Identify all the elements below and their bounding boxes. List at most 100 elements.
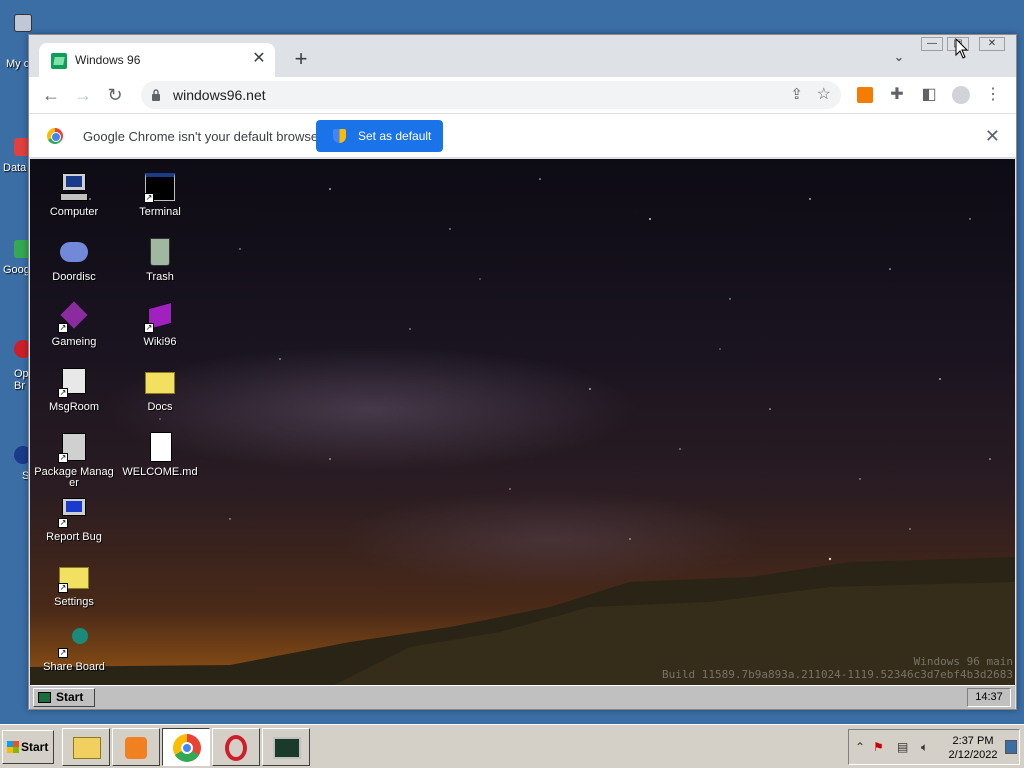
chrome-logo-icon [47,128,63,144]
menu-kebab-icon[interactable]: ⋮ [981,83,1005,107]
close-window-button[interactable]: ✕ [979,37,1005,51]
book-icon: ↗ [144,301,176,333]
w96-start-label: Start [56,690,84,704]
extension-orange-icon[interactable] [853,83,877,107]
show-hidden-icons-icon[interactable]: ⌃ [855,740,865,754]
trash-icon [144,236,176,268]
infobar-close-icon[interactable]: ✕ [985,126,1000,147]
package-icon: ↗ [58,431,90,463]
settings-folder-icon: ↗ [58,561,90,593]
browser-toolbar: ← → ↻ windows96.net ⇪ ☆ ✚ ◧ ⋮ [29,77,1016,113]
share-board-icon: ↗ [58,626,90,658]
w96-icon-label: Terminal [139,206,181,218]
taskbar-opera-button[interactable] [212,728,260,766]
w96-clock: 14:37 [967,688,1011,707]
tray-date: 2/12/2022 [948,749,998,761]
media-player-icon [125,737,147,759]
set-as-default-button[interactable]: Set as default [316,120,443,152]
w96-icon-trash[interactable]: Trash [120,236,200,283]
show-desktop-icon[interactable] [1005,740,1017,754]
mouse-cursor-icon [955,38,969,59]
w96-icon-terminal[interactable]: ↗ Terminal [120,171,200,218]
infobar-message: Google Chrome isn't your default browser [83,129,323,144]
tab-windows96[interactable]: Windows 96 ✕ [39,43,275,77]
opera-icon [225,735,247,761]
host-desktop-icon-my-computer[interactable]: My c [0,12,32,72]
chrome-icon-center [181,742,193,754]
markdown-file-icon [144,431,176,463]
taskbar-chrome-button[interactable] [162,728,210,766]
tab-close-icon[interactable]: ✕ [249,49,269,69]
host-start-button[interactable]: Start [2,730,54,764]
w96-icon-docs[interactable]: Docs [120,366,200,413]
build-line-1: Windows 96 main [913,655,1013,668]
build-info: Windows 96 main Build 11589.7b9a893a.211… [662,655,1013,681]
taskbar-task-manager-button[interactable] [262,728,310,766]
tab-search-chevron-icon[interactable]: ⌄ [889,49,909,69]
bug-report-icon: ↗ [58,496,90,528]
host-icon-label: My c [6,58,30,70]
host-icon-label: Op Br [14,368,29,392]
address-bar[interactable]: windows96.net ⇪ ☆ [141,81,841,109]
host-icon-label: Goog [3,264,30,276]
w96-icon-label: Doordisc [52,271,96,283]
host-desktop-icon-s[interactable]: S [0,426,32,486]
w96-icon-label: WELCOME.md [122,466,198,478]
w96-icon-share-board[interactable]: ↗ Share Board [34,626,114,673]
host-taskbar: Start ⌃ ⚑ ▤ 🔈︎ 2:37 PM 2/12/2022 [0,724,1024,768]
w96-icon-welcome-md[interactable]: WELCOME.md [120,431,200,478]
network-icon[interactable]: ▤ [897,740,908,754]
set-as-default-label: Set as default [358,129,432,143]
taskbar-explorer-button[interactable] [62,728,110,766]
minimize-button[interactable]: — [921,37,943,51]
w96-icon-label: Wiki96 [143,336,177,348]
tray-clock[interactable]: 2:37 PM 2/12/2022 [945,734,1001,762]
host-desktop-icon-google[interactable]: Goog [0,222,32,278]
w96-logo-icon [38,692,51,703]
reload-button[interactable]: ↻ [103,83,127,107]
w96-icon-label: Package Manager [34,466,114,489]
default-browser-infobar: Google Chrome isn't your default browser… [29,113,1016,158]
system-tray: ⌃ ⚑ ▤ 🔈︎ 2:37 PM 2/12/2022 [848,729,1020,765]
w96-icon-msgroom[interactable]: ↗ MsgRoom [34,366,114,413]
w96-icon-report-bug[interactable]: ↗ Report Bug [34,496,114,543]
taskbar-media-player-button[interactable] [112,728,160,766]
w96-taskbar: Start 14:37 [30,685,1015,709]
w96-icon-label: Trash [146,271,174,283]
volume-icon[interactable]: 🔈︎ [921,740,928,755]
discord-icon [58,236,90,268]
windows96-desktop[interactable]: Computer ↗ Terminal Doordisc Trash ↗ Gam… [30,159,1015,709]
folder-icon [73,737,101,759]
computer-icon [14,14,32,32]
tray-time: 2:37 PM [952,735,994,747]
extensions-puzzle-icon[interactable]: ✚ [885,83,909,107]
host-icon-label: Data [3,162,27,174]
new-tab-button[interactable]: + [289,47,313,71]
w96-icon-gameing[interactable]: ↗ Gameing [34,301,114,348]
windows96-favicon-icon [51,53,67,69]
action-center-icon[interactable]: ⚑ [873,740,884,754]
w96-start-button[interactable]: Start [33,688,95,707]
host-desktop-icon-opera[interactable]: Op Br [0,322,32,392]
back-button[interactable]: ← [39,83,63,107]
w96-icon-label: MsgRoom [48,401,100,413]
w96-icon-computer[interactable]: Computer [34,171,114,218]
side-panel-icon[interactable]: ◧ [917,83,941,107]
w96-icon-settings[interactable]: ↗ Settings [34,561,114,608]
w96-icon-doordisc[interactable]: Doordisc [34,236,114,283]
w96-icon-wiki96[interactable]: ↗ Wiki96 [120,301,200,348]
lock-icon [152,89,160,101]
profile-avatar-icon[interactable] [949,83,973,107]
forward-button[interactable]: → [71,83,95,107]
w96-icon-label: Report Bug [46,531,102,543]
bookmark-star-icon[interactable]: ☆ [817,84,831,104]
build-line-2: Build 11589.7b9a893a.211024-1119.52346c3… [662,668,1013,681]
w96-icon-label: Computer [49,206,99,218]
shield-icon [333,129,346,143]
host-desktop-icon-data[interactable]: Data [0,120,32,176]
share-icon[interactable]: ⇪ [790,85,803,103]
w96-icon-label: Share Board [43,661,105,673]
folder-icon [144,366,176,398]
url-text: windows96.net [173,87,266,103]
w96-icon-package-manager[interactable]: ↗ Package Manager [34,431,114,489]
